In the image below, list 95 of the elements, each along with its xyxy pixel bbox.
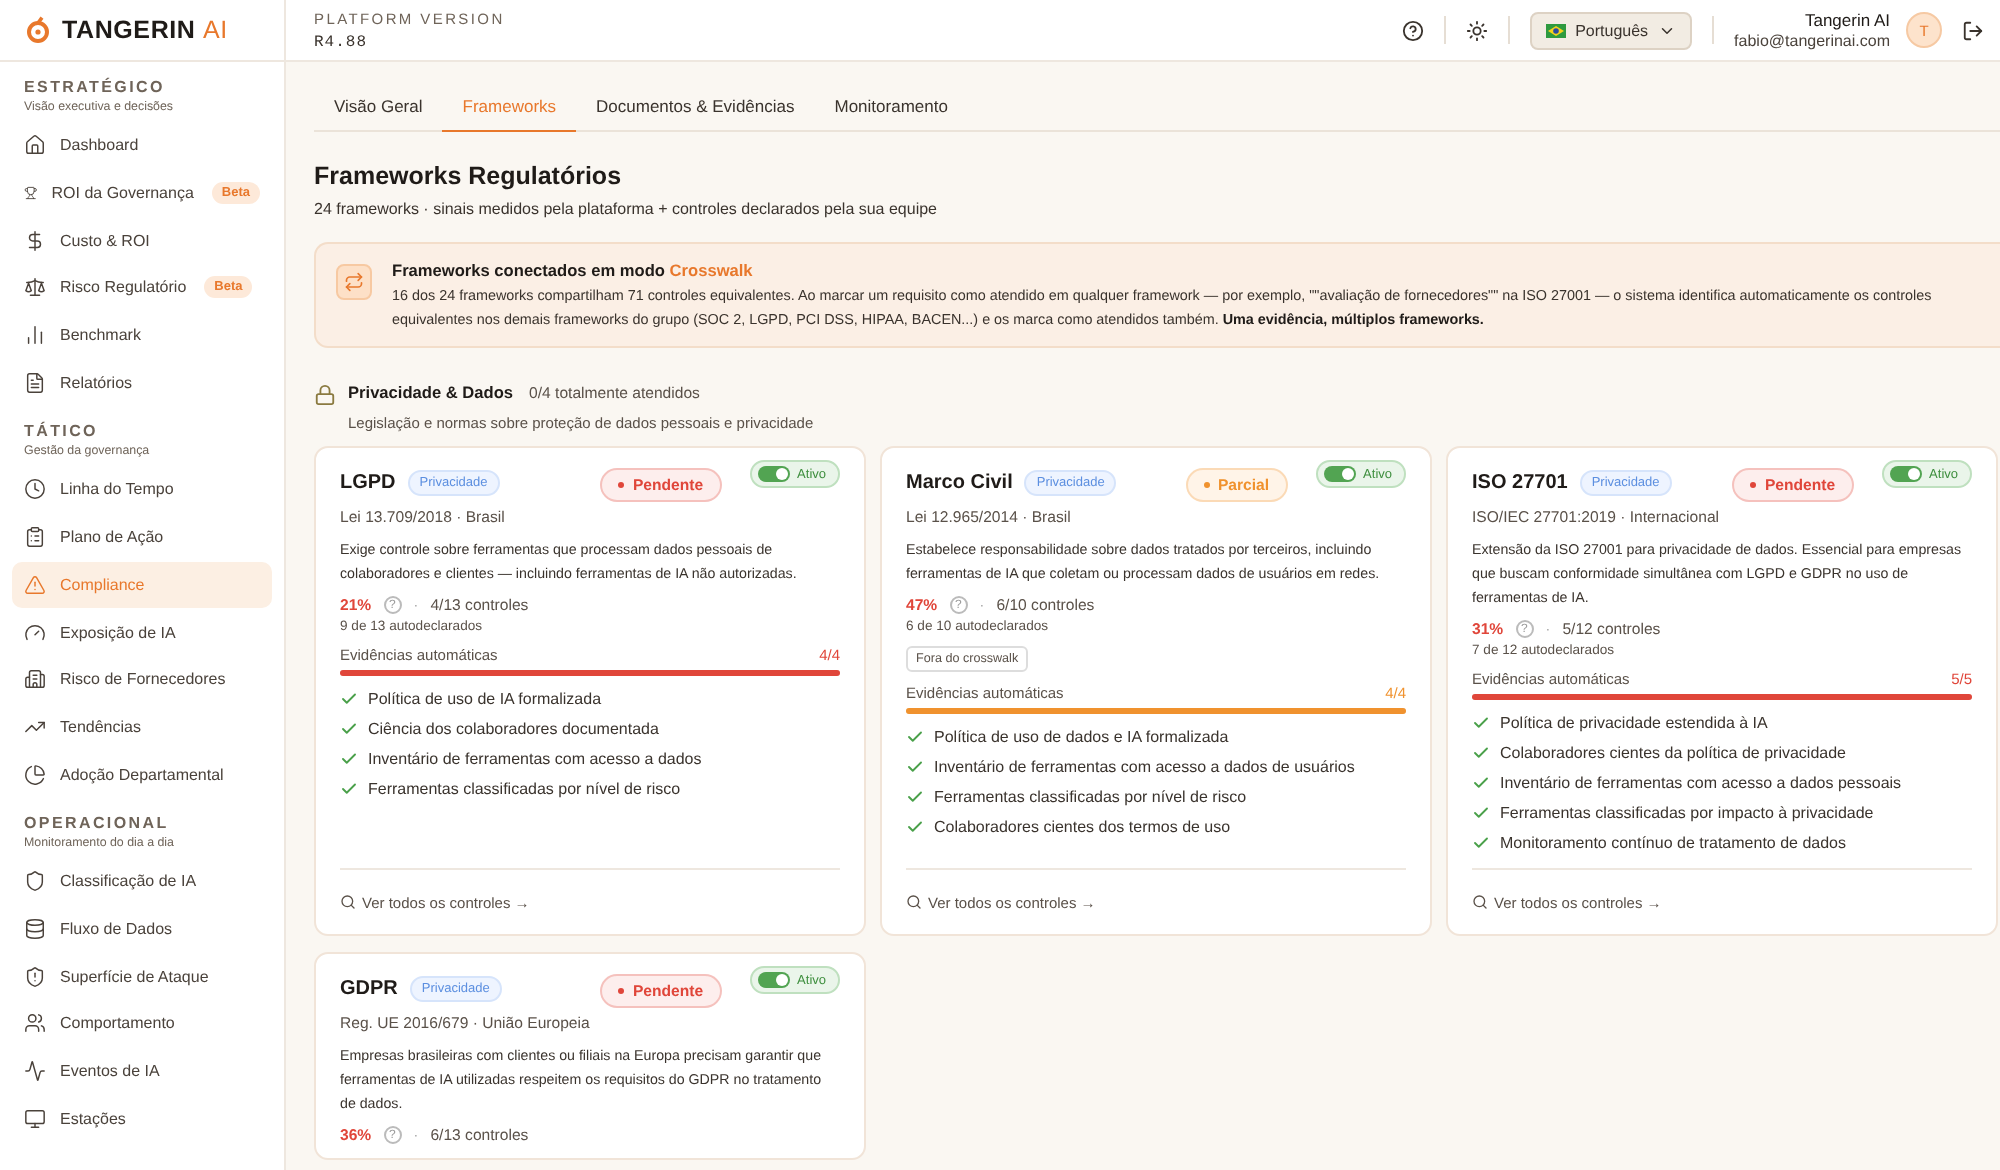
nav-icon <box>24 1107 46 1130</box>
nav-icon <box>24 276 46 299</box>
sidebar-label: Benchmark <box>60 326 141 345</box>
sidebar-item[interactable]: Classificação de IA <box>12 857 272 906</box>
nav-icon <box>24 478 46 501</box>
sidebar-item[interactable]: Superfície de Ataque <box>12 952 272 1000</box>
evidence-item: Ferramentas classificadas por nível de risco <box>368 780 681 798</box>
sidebar-item[interactable]: Plano de Ação <box>12 513 272 561</box>
nav-icon <box>24 668 46 691</box>
nav-icon <box>24 965 46 988</box>
nav-icon <box>24 870 46 893</box>
sidebar-item[interactable]: Custo & ROI <box>12 216 272 265</box>
nav-icon <box>24 917 46 940</box>
sidebar-label: Tendências <box>60 717 141 736</box>
section-title: TÁTICO <box>22 422 100 441</box>
nav-icon <box>24 371 46 394</box>
sidebar-item[interactable]: Comportamento <box>12 1000 272 1048</box>
sidebar-label: Eventos de IA <box>60 1062 160 1081</box>
logo-icon <box>24 16 52 44</box>
section-title: ESTRATÉGICO <box>22 78 167 96</box>
evidence-item: Ferramentas classificadas por nível de risco <box>934 788 1247 806</box>
sidebar-item[interactable]: Relatórios <box>12 358 272 407</box>
tab[interactable]: Visão Geral <box>314 86 443 132</box>
language-dropdown[interactable]: Português <box>1529 11 1693 49</box>
sidebar-item[interactable]: Exposição de IA <box>12 608 272 656</box>
sidebar-label: Risco de Fornecedores <box>60 670 226 689</box>
sidebar-label: Superfície de Ataque <box>60 967 209 986</box>
tab[interactable]: Documentos & Evidências <box>576 86 815 132</box>
sidebar-label: Risco Regulatório <box>60 278 187 297</box>
sidebar-item[interactable]: Benchmark <box>12 311 272 359</box>
evidence-item: Inventário de ferramentas com acesso a dados de usuários <box>934 758 1355 776</box>
sidebar-label: Adoção Departamental <box>60 765 224 784</box>
lock-icon <box>314 384 336 406</box>
logout-icon[interactable] <box>1962 19 1984 41</box>
sidebar-label: Plano de Ação <box>60 528 164 547</box>
nav-icon <box>24 182 38 205</box>
brand-name: TANGERIN AI <box>62 16 228 44</box>
evidence-item: Política de uso de IA formalizada <box>368 690 602 708</box>
banner-title: Frameworks conectados em modo Crosswalk <box>392 260 755 280</box>
search-icon <box>340 894 356 910</box>
sun-icon[interactable] <box>1465 19 1488 41</box>
sidebar-label: Relatórios <box>60 373 133 392</box>
nav-icon <box>24 324 46 347</box>
framework-name: LGPD <box>340 472 396 494</box>
user-email: fabio@tangerinai.com <box>1734 32 1890 50</box>
sidebar-item[interactable]: Dashboard <box>12 122 272 170</box>
nav-icon <box>24 1060 46 1083</box>
tab[interactable]: Monitoramento <box>814 86 968 132</box>
framework-name: ISO 27701 <box>1472 472 1568 494</box>
evidence-item: Inventário de ferramentas com acesso a dados pessoais <box>1500 774 1902 792</box>
sidebar-item[interactable]: Fluxo de Dados <box>12 905 272 953</box>
sidebar-label: Exposição de IA <box>60 623 176 642</box>
sidebar-label: Estações <box>60 1109 126 1128</box>
sidebar-label: Comportamento <box>60 1014 175 1033</box>
page-subtitle: 24 frameworks · sinais medidos pela plataforma + controles declarados pela sua equipe <box>314 200 940 218</box>
repeat-icon <box>336 264 372 300</box>
sidebar-item[interactable]: Adoção Departamental <box>12 750 272 798</box>
sidebar-item[interactable]: Linha do Tempo <box>12 466 272 514</box>
flag-icon <box>1545 23 1566 37</box>
sidebar-label: Fluxo de Dados <box>60 919 173 938</box>
sidebar-label: Linha do Tempo <box>60 480 174 499</box>
evidence-item: Inventário de ferramentas com acesso a dados <box>368 750 702 768</box>
evidence-item: Política de uso de dados e IA formalizada <box>934 728 1229 746</box>
evidence-item: Monitoramento contínuo de tratamento de dados <box>1500 834 1846 852</box>
nav-icon <box>24 134 46 157</box>
nav-icon <box>24 573 46 596</box>
section-title: OPERACIONAL <box>22 813 171 832</box>
sidebar-label: ROI da Governança <box>51 184 194 203</box>
sidebar-label: Classificação de IA <box>60 872 197 891</box>
evidence-item: Ciência dos colaboradores documentada <box>368 720 659 738</box>
framework-name: GDPR <box>340 978 398 1000</box>
version-number: R4.88 <box>314 33 370 51</box>
framework-name: Marco Civil <box>906 472 1013 494</box>
sidebar-item[interactable]: Eventos de IA <box>12 1047 272 1095</box>
search-icon <box>906 894 922 910</box>
page-title: Frameworks Regulatórios <box>314 162 624 190</box>
sidebar-item[interactable]: Tendências <box>12 703 272 751</box>
evidence-item: Colaboradores cientes dos termos de uso <box>934 818 1231 836</box>
evidence-item: Política de privacidade estendida à IA <box>1500 714 1768 732</box>
sidebar-label: Dashboard <box>60 136 139 155</box>
sidebar-label: Compliance <box>60 575 145 594</box>
help-icon[interactable] <box>1401 19 1424 41</box>
nav-icon <box>24 526 46 549</box>
user-name: Tangerin AI <box>1804 10 1890 30</box>
evidence-item: Ferramentas classificadas por impacto à privacidade <box>1500 804 1874 822</box>
nav-icon <box>24 229 46 252</box>
search-icon <box>1472 894 1488 910</box>
sidebar-item[interactable]: Risco de Fornecedores <box>12 655 272 704</box>
nav-icon <box>24 763 46 786</box>
sidebar-label: Custo & ROI <box>60 231 150 250</box>
sidebar-item[interactable]: Estações <box>12 1094 272 1143</box>
evidence-item: Colaboradores cientes da política de privacidade <box>1500 744 1846 762</box>
nav-icon <box>24 1012 46 1035</box>
group-title: Privacidade & Dados <box>348 382 514 402</box>
nav-icon <box>24 621 46 644</box>
